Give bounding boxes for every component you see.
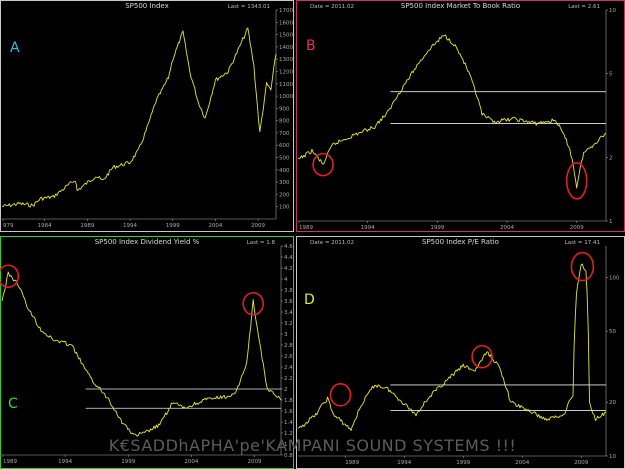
dividend-yield-chart: SP500 Index Dividend Yield % Last = 1.80.… xyxy=(0,236,294,469)
chart-title: SP500 Index Market To Book Ratio xyxy=(401,2,520,10)
last-value-label: Last = 1.8 xyxy=(247,240,276,246)
y-tick-label: 1500 xyxy=(279,33,293,39)
y-tick-label: 1.8 xyxy=(284,398,293,404)
x-tick-label: 1999 xyxy=(456,460,470,466)
y-tick-label: 100 xyxy=(279,205,290,211)
panel-border xyxy=(0,0,294,232)
x-tick-label: 1989 xyxy=(299,225,313,231)
y-tick-label: 3.2 xyxy=(284,321,293,327)
highlight-circle xyxy=(329,383,352,407)
panel-letter: A xyxy=(10,40,20,56)
y-tick-label: 50 xyxy=(609,329,616,335)
y-tick-label: 1100 xyxy=(279,82,293,88)
y-tick-label: 2.8 xyxy=(284,343,293,349)
y-tick-label: 2 xyxy=(284,387,288,393)
y-tick-label: 700 xyxy=(279,131,290,137)
highlight-circle xyxy=(570,251,595,282)
last-value-label: Last = 2.61 xyxy=(568,4,600,10)
x-tick-label: 1999 xyxy=(166,223,180,229)
x-tick-label: 2009 xyxy=(570,225,584,231)
y-tick-label: 3.4 xyxy=(284,310,293,316)
x-tick-label: 1994 xyxy=(397,460,411,466)
y-tick-label: 1400 xyxy=(279,45,293,51)
x-tick-label: 2009 xyxy=(574,460,588,466)
highlight-circle xyxy=(565,162,588,200)
y-tick-label: 2.4 xyxy=(284,365,293,371)
series-line xyxy=(2,27,277,208)
y-tick-label: 4.6 xyxy=(284,244,293,250)
y-tick-label: 800 xyxy=(279,119,290,125)
sp500-index-chart: SP500 Index Last = 1343.01 100 200 300 400 500… xyxy=(0,0,294,232)
y-tick-label: 2 xyxy=(609,155,613,161)
x-tick-label: 2004 xyxy=(515,460,529,466)
y-tick-label: 400 xyxy=(279,168,290,174)
y-tick-label: 1000 xyxy=(279,94,293,100)
x-tick-label: 1984 xyxy=(38,223,52,229)
y-tick-label: 10 xyxy=(609,8,616,14)
y-tick-label: 3.6 xyxy=(284,299,293,305)
last-value-label: Last = 17.41 xyxy=(565,240,600,246)
y-tick-label: 4.2 xyxy=(284,266,293,272)
y-tick-label: 300 xyxy=(279,180,290,186)
y-tick-label: 20 xyxy=(609,400,616,406)
panel-letter: D xyxy=(304,292,315,308)
y-tick-label: 600 xyxy=(279,143,290,149)
x-tick-label: 1989 xyxy=(80,223,94,229)
y-tick-label: 1 xyxy=(609,219,613,225)
y-tick-label: 100 xyxy=(609,275,620,281)
x-tick-label: 2009 xyxy=(247,459,261,465)
y-tick-label: 1300 xyxy=(279,57,293,63)
y-tick-label: 1.4 xyxy=(284,420,293,426)
x-tick-label: 1999 xyxy=(430,225,444,231)
series-line xyxy=(297,34,607,189)
panel-letter: B xyxy=(306,38,316,54)
y-tick-label: 5 xyxy=(609,72,613,78)
y-tick-label: 1.6 xyxy=(284,409,293,415)
x-tick-label: 979 xyxy=(3,223,14,229)
last-value-label: Last = 1343.01 xyxy=(228,4,270,10)
x-tick-label: 1989 xyxy=(345,460,359,466)
x-tick-label: 1994 xyxy=(123,223,137,229)
panel-letter: C xyxy=(8,396,18,412)
chart-title: SP500 Index xyxy=(125,2,169,10)
chart-panel-b: SP500 Index Market To Book Ratio Date = 2… xyxy=(296,0,625,232)
watermark-text: K€SADDhAPHA'pe'KAMPANI SOUND SYSTEMS !!! xyxy=(108,436,517,455)
chart-panel-a: SP500 Index Last = 1343.01 100 200 300 400 500… xyxy=(0,0,294,232)
series-line xyxy=(1,271,282,437)
y-tick-label: 4 xyxy=(284,277,288,283)
date-label: Date = 2011.02 xyxy=(310,240,354,246)
chart-title: SP500 Index P/E Ratio xyxy=(422,238,499,246)
x-tick-label: 1994 xyxy=(58,459,72,465)
market-to-book-chart: SP500 Index Market To Book Ratio Date = 2… xyxy=(296,0,625,232)
x-tick-label: 2009 xyxy=(251,223,265,229)
panel-border xyxy=(296,0,625,232)
y-tick-label: 2.6 xyxy=(284,354,293,360)
panel-border xyxy=(296,236,625,469)
y-tick-label: 500 xyxy=(279,156,290,162)
y-tick-label: 4.4 xyxy=(284,255,293,261)
x-tick-label: 1989 xyxy=(3,459,17,465)
chart-title: SP500 Index Dividend Yield % xyxy=(95,238,200,246)
x-tick-label: 1999 xyxy=(121,459,135,465)
highlight-circle xyxy=(471,344,493,369)
x-tick-label: 1994 xyxy=(361,225,375,231)
chart-panel-d: SP500 Index P/E Ratio Date = 2011.02 Last … xyxy=(296,236,625,469)
pe-ratio-chart: SP500 Index P/E Ratio Date = 2011.02 Last … xyxy=(296,236,625,469)
y-tick-label: 3 xyxy=(284,332,288,338)
date-label: Date = 2011.02 xyxy=(310,4,354,10)
x-tick-label: 2004 xyxy=(208,223,222,229)
panel-border xyxy=(0,236,294,469)
y-tick-label: 3.8 xyxy=(284,288,293,294)
x-tick-label: 2004 xyxy=(500,225,514,231)
y-tick-label: 200 xyxy=(279,192,290,198)
y-tick-label: 2.2 xyxy=(284,376,293,382)
y-tick-label: 1200 xyxy=(279,69,293,75)
y-tick-label: 1700 xyxy=(279,8,293,14)
chart-panel-c: SP500 Index Dividend Yield % Last = 1.8 0.… xyxy=(0,236,294,469)
y-tick-label: 900 xyxy=(279,106,290,112)
x-tick-label: 2004 xyxy=(184,459,198,465)
y-tick-label: 1600 xyxy=(279,20,293,26)
